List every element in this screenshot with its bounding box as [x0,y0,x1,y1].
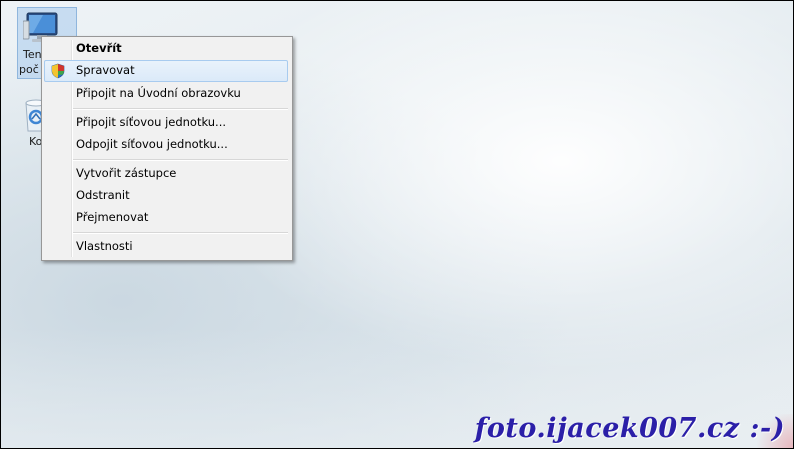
menu-item-properties[interactable]: Vlastnosti [44,236,288,257]
menu-separator [73,232,288,234]
menu-item-open-label: Otevřít [76,41,122,55]
menu-item-create-shortcut[interactable]: Vytvořit zástupce [44,163,288,184]
desktop-icon-computer-label-2: poč [19,63,39,76]
menu-item-manage-label: Spravovat [76,63,135,77]
menu-item-properties-label: Vlastnosti [76,239,133,253]
watermark: foto.ijacek007.cz :-) [474,413,785,444]
menu-item-open[interactable]: Otevřít [44,38,288,59]
desktop[interactable]: Ten poč Ko Otevřít Spravovat Připojit na… [0,0,794,449]
menu-item-create-shortcut-label: Vytvořit zástupce [76,166,177,180]
menu-item-map-network-drive[interactable]: Připojit síťovou jednotku... [44,112,288,133]
menu-item-manage[interactable]: Spravovat [44,60,288,82]
menu-separator [73,159,288,161]
menu-item-disconnect-network-drive-label: Odpojit síťovou jednotku... [76,137,228,151]
menu-item-disconnect-network-drive[interactable]: Odpojit síťovou jednotku... [44,134,288,155]
context-menu: Otevřít Spravovat Připojit na Úvodní obr… [41,36,293,261]
desktop-icon-computer-label-1: Ten [23,48,42,61]
menu-item-rename[interactable]: Přejmenovat [44,207,288,228]
menu-item-delete[interactable]: Odstranit [44,185,288,206]
uac-shield-icon [51,63,65,79]
menu-item-pin-start[interactable]: Připojit na Úvodní obrazovku [44,83,288,104]
menu-item-rename-label: Přejmenovat [76,210,149,224]
menu-item-map-network-drive-label: Připojit síťovou jednotku... [76,115,227,129]
menu-separator [73,108,288,110]
menu-item-delete-label: Odstranit [76,188,130,202]
menu-item-pin-start-label: Připojit na Úvodní obrazovku [76,86,241,100]
